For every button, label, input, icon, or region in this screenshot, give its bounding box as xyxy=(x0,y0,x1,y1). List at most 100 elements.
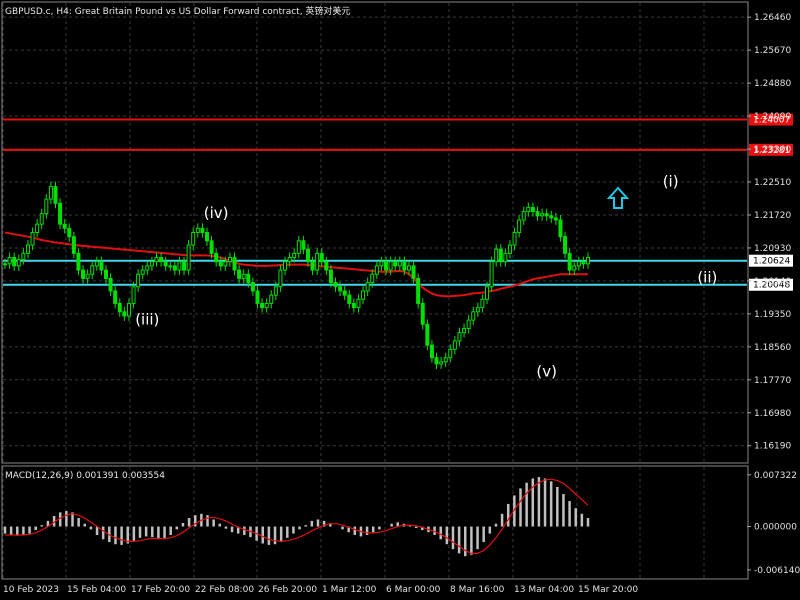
candle-body xyxy=(255,290,260,304)
candle-body xyxy=(494,248,499,263)
candle-body xyxy=(462,327,467,334)
price-tick-label: 1.22510 xyxy=(754,178,791,188)
time-tick-label: 10 Feb 2023 xyxy=(3,585,59,595)
candle-body xyxy=(301,240,306,250)
time-tick-label: 8 Mar 16:00 xyxy=(450,585,505,595)
candle-body xyxy=(411,265,416,279)
candle-body xyxy=(200,227,205,233)
candle-body xyxy=(227,257,232,263)
candle-body xyxy=(471,311,476,321)
candle-body xyxy=(7,257,12,265)
candle-body xyxy=(108,277,113,292)
candle-body xyxy=(94,261,99,267)
time-tick-label: 17 Feb 20:00 xyxy=(131,585,190,595)
candle-body xyxy=(328,269,333,284)
candle-body xyxy=(62,223,67,229)
candle-body xyxy=(374,265,379,275)
candle-body xyxy=(232,257,237,271)
candle-body xyxy=(384,261,389,271)
candle-body xyxy=(448,348,453,359)
candle-body xyxy=(315,252,320,271)
candle-body xyxy=(195,227,200,233)
candle-body xyxy=(540,213,545,217)
time-tick-label: 13 Mar 04:00 xyxy=(514,585,574,595)
candle-body xyxy=(521,211,526,221)
candle-body xyxy=(103,269,108,279)
candle-body xyxy=(338,286,343,292)
candle-body xyxy=(553,217,558,221)
candle-body xyxy=(58,202,63,225)
price-tick-label: 1.24090 xyxy=(754,112,791,122)
candle-body xyxy=(356,298,361,309)
macd-tick-label: 0.000000 xyxy=(754,523,797,533)
candle-body xyxy=(581,261,586,265)
candle-body xyxy=(310,261,315,271)
candle-body xyxy=(90,265,95,275)
price-tick-label: 1.25670 xyxy=(754,46,791,56)
candle-body xyxy=(204,232,209,242)
candle-body xyxy=(53,186,58,204)
candle-body xyxy=(283,261,288,271)
price-tick-label: 1.19350 xyxy=(754,310,791,320)
candle-body xyxy=(558,219,563,238)
candle-body xyxy=(136,273,141,288)
candle-body xyxy=(319,252,324,263)
price-tick-label: 1.24880 xyxy=(754,79,791,89)
candle-body xyxy=(168,265,173,268)
candle-body xyxy=(402,261,407,271)
macd-title: MACD(12,26,9) 0.001391 0.003554 xyxy=(5,471,165,481)
candle-body xyxy=(342,290,347,296)
price-tick-label: 1.23300 xyxy=(754,145,791,155)
macd-tick-label: -0.006140 xyxy=(754,566,800,576)
candle-body xyxy=(3,263,7,266)
candle-body xyxy=(507,244,512,254)
candle-body xyxy=(48,186,53,200)
candle-body xyxy=(218,261,223,267)
candle-body xyxy=(429,344,434,359)
candle-body xyxy=(140,269,145,275)
time-tick-label: 26 Feb 20:00 xyxy=(258,585,317,595)
candle-body xyxy=(214,252,219,263)
candle-body xyxy=(397,261,402,267)
wave-label: (ii) xyxy=(697,269,717,287)
candle-body xyxy=(182,261,187,271)
candle-body xyxy=(99,261,104,271)
candle-body xyxy=(485,286,490,300)
candle-body xyxy=(209,240,214,254)
candle-body xyxy=(379,261,384,267)
candle-body xyxy=(131,286,136,304)
candle-body xyxy=(443,357,448,363)
candle-body xyxy=(535,211,540,217)
wave-label: (i) xyxy=(663,173,679,191)
candle-body xyxy=(292,252,297,259)
candle-body xyxy=(71,236,76,254)
candle-body xyxy=(145,265,150,271)
candle-body xyxy=(163,261,168,267)
candle-body xyxy=(475,307,480,313)
candle-body xyxy=(241,273,246,279)
price-tick-label: 1.20930 xyxy=(754,244,791,254)
time-tick-label: 22 Feb 08:00 xyxy=(195,585,254,595)
candle-body xyxy=(223,261,228,267)
candle-body xyxy=(347,294,352,304)
candle-body xyxy=(361,290,366,300)
candle-body xyxy=(333,282,338,288)
candle-body xyxy=(159,257,164,263)
price-tick-label: 1.21720 xyxy=(754,211,791,221)
wave-label: (v) xyxy=(536,362,557,380)
candle-body xyxy=(154,257,159,263)
candle-body xyxy=(457,332,462,342)
candle-body xyxy=(44,198,49,215)
candle-body xyxy=(191,232,196,246)
price-tick-label: 1.20140 xyxy=(754,277,791,287)
candle-body xyxy=(586,257,590,265)
candle-body xyxy=(530,206,535,213)
candle-body xyxy=(30,232,35,246)
candle-body xyxy=(122,311,127,317)
candle-body xyxy=(305,248,310,263)
candle-body xyxy=(250,282,255,292)
trading-chart[interactable]: 1.240071.232811.206241.20048 (iii)(iv)(v… xyxy=(0,0,800,600)
price-tick-label: 1.16980 xyxy=(754,409,791,419)
candle-body xyxy=(117,302,122,313)
candle-body xyxy=(420,302,425,325)
